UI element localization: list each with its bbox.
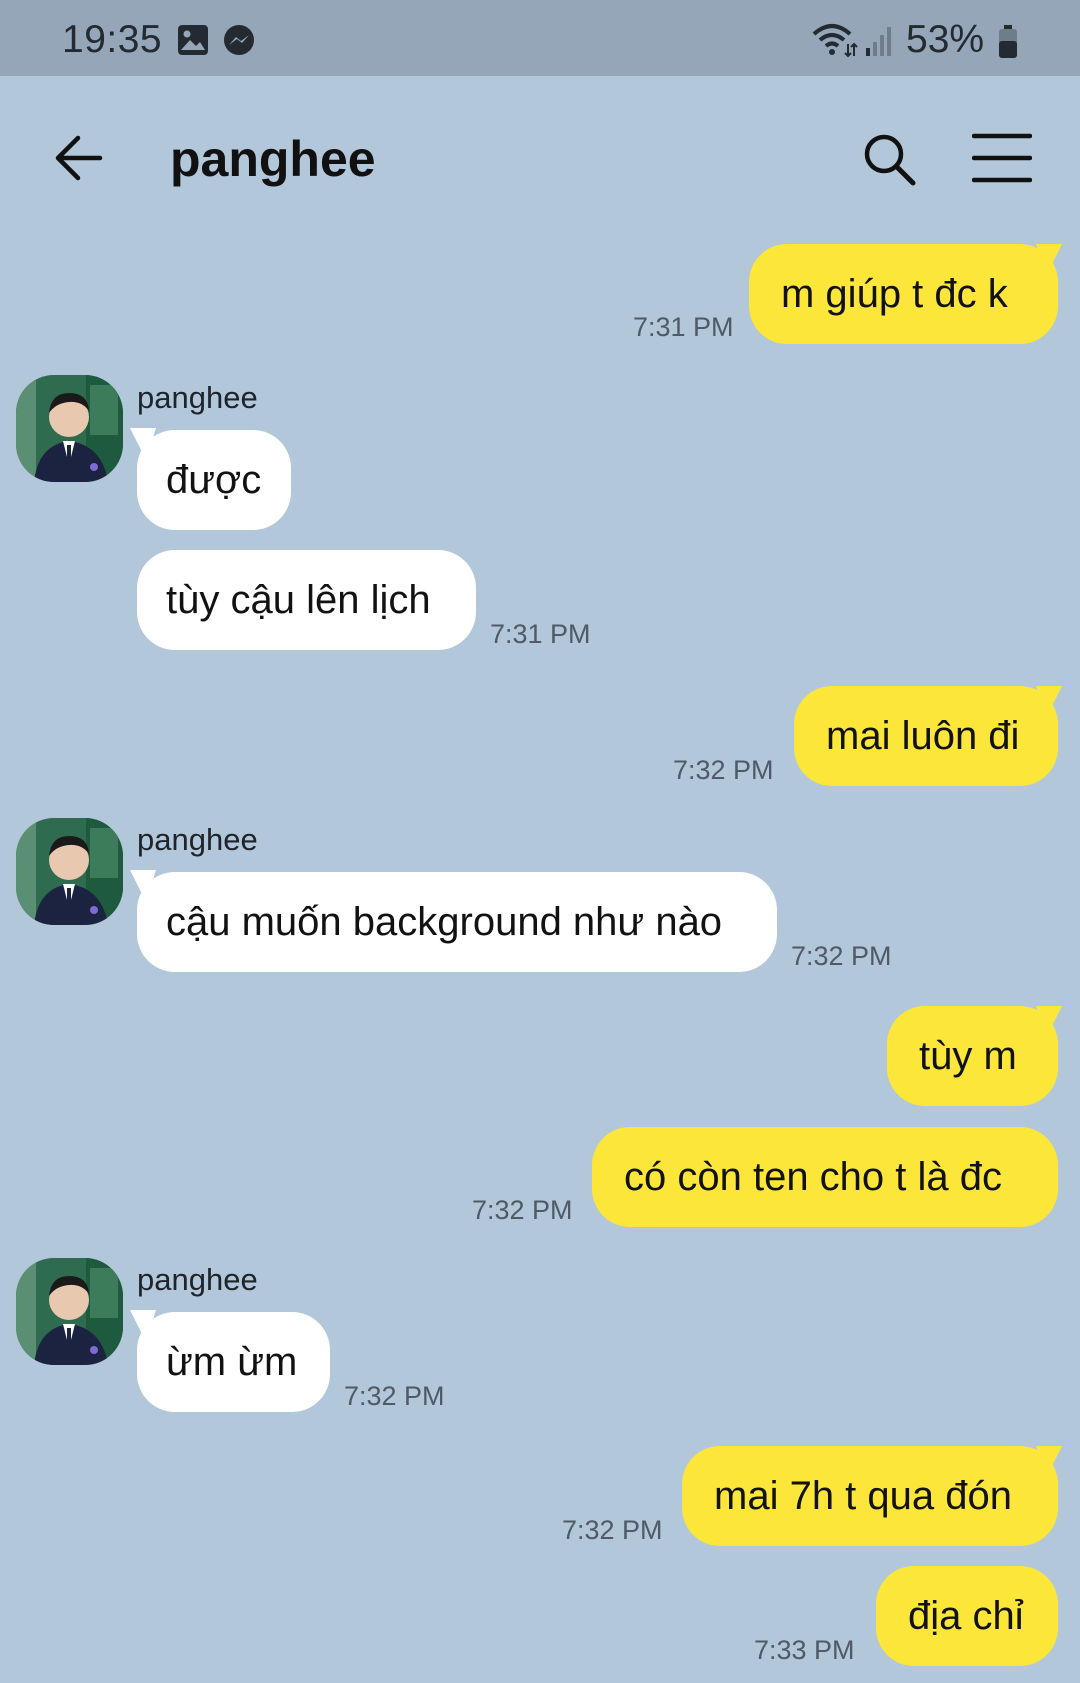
message-bubble-sent[interactable]: m giúp t đc k <box>749 244 1058 344</box>
messenger-icon <box>222 24 256 63</box>
arrow-left-icon[interactable] <box>52 128 132 188</box>
sender-name: panghee <box>137 380 258 415</box>
chat-header: panghee <box>0 76 1080 240</box>
message-bubble-received[interactable]: được <box>137 430 291 530</box>
status-bar: 19:35 53% <box>0 0 1080 76</box>
message-bubble-received[interactable]: ừm ừm <box>137 1312 330 1412</box>
battery-icon <box>998 25 1018 64</box>
gallery-icon <box>177 24 209 61</box>
message-timestamp: 7:32 PM <box>472 1195 573 1225</box>
search-icon[interactable] <box>862 132 918 188</box>
message-bubble-sent[interactable]: mai luôn đi <box>794 686 1058 786</box>
hamburger-menu-icon[interactable] <box>971 132 1033 184</box>
message-bubble-sent[interactable]: có còn ten cho t là đc <box>592 1127 1058 1227</box>
status-time: 19:35 <box>62 18 163 61</box>
avatar[interactable] <box>16 818 123 925</box>
message-timestamp: 7:31 PM <box>490 619 591 649</box>
avatar[interactable] <box>16 1258 123 1365</box>
bubble-tail <box>1036 244 1062 276</box>
message-bubble-sent[interactable]: địa chỉ <box>876 1566 1058 1666</box>
message-bubble-received[interactable]: tùy cậu lên lịch <box>137 550 476 650</box>
sender-name: panghee <box>137 1262 258 1297</box>
message-bubble-received[interactable]: cậu muốn background như nào <box>137 872 777 972</box>
wifi-icon <box>812 22 858 63</box>
signal-icon <box>866 24 894 61</box>
message-timestamp: 7:32 PM <box>344 1381 445 1411</box>
bubble-tail <box>1036 686 1062 718</box>
message-bubble-sent[interactable]: tùy m <box>887 1006 1058 1106</box>
bubble-tail <box>1036 1446 1062 1478</box>
message-timestamp: 7:31 PM <box>633 312 734 342</box>
message-timestamp: 7:32 PM <box>673 755 774 785</box>
battery-percent: 53% <box>906 18 985 61</box>
message-timestamp: 7:33 PM <box>754 1635 855 1665</box>
message-bubble-sent[interactable]: mai 7h t qua đón <box>682 1446 1058 1546</box>
message-timestamp: 7:32 PM <box>791 941 892 971</box>
message-timestamp: 7:32 PM <box>562 1515 663 1545</box>
chat-title: panghee <box>170 131 376 187</box>
sender-name: panghee <box>137 822 258 857</box>
avatar[interactable] <box>16 375 123 482</box>
bubble-tail <box>1036 1006 1062 1038</box>
